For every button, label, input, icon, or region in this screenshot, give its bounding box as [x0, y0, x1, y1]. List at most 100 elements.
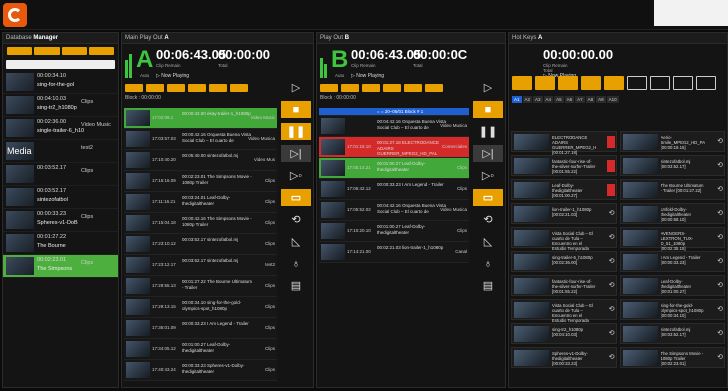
stop-button[interactable]: ■ [473, 101, 503, 118]
table-row[interactable]: 17:34:05.12 00:01:00.27 Leaf-Dolby-thedi… [124, 339, 277, 360]
table-row[interactable]: 17:14:21.00 00:02:21.03 lion-trailer-1_h… [319, 242, 469, 263]
hotkey-cell[interactable]: The Bourne Ultimatum - Trailer [00:01:27… [619, 179, 725, 200]
list-item[interactable]: 00:02:36.00 single-trailer-6_h10 Video M… [3, 117, 118, 140]
fade-button[interactable]: ◺ [281, 233, 311, 250]
hotkey-cell[interactable]: I Am Legend - Trailer [00:00:33.23] ⟲ [619, 251, 725, 272]
fade-button[interactable]: ◺ [473, 233, 503, 250]
folder-button[interactable]: ▭ [281, 189, 311, 206]
list-item[interactable]: 00:00:34.10 sing-for-the-gol [3, 71, 118, 94]
remove-icon[interactable] [606, 160, 615, 172]
remove-button[interactable] [146, 84, 164, 92]
table-row[interactable]: 17:29:55.13 00:01:27.22 The Bourne Ultim… [124, 276, 277, 297]
table-row[interactable]: 17:06:42.12 00:00:33.23 I Am Legend - Tr… [319, 179, 469, 200]
list-item[interactable]: 00:02:23.01 The Simpsons Clips [3, 255, 118, 278]
list-item[interactable]: Media test2 [3, 140, 118, 163]
remove-icon[interactable] [606, 136, 615, 148]
loop-icon[interactable]: ⟲ [717, 329, 723, 337]
tab-hotkey[interactable]: A4 [543, 96, 554, 103]
table-row[interactable]: 17:23:12.17 00:03:52.17 sintezofatbol.mj… [124, 255, 277, 276]
tab-hotkey[interactable]: A5 [554, 96, 564, 103]
remove-button[interactable] [341, 84, 359, 92]
table-row[interactable]: 17:10:20.10 00:01:00.27 Leaf-Dolby-thedi… [319, 221, 469, 242]
add-button[interactable] [125, 84, 143, 92]
hotkey-cell[interactable]: sing-for-the-gold-olympics-spot_h1080p [… [619, 299, 725, 320]
table-row[interactable]: 17:03:57.03 00:00:42.16 Orquesta Buena V… [124, 129, 277, 150]
cue-button[interactable]: ▷◦ [281, 167, 311, 184]
table-row[interactable]: 00:04:42.16 Orquesta Buena Vista Social … [319, 116, 469, 137]
list-item[interactable]: 00:04:10.03 sing-tr2_h1080p Clips [3, 94, 118, 117]
hotkey-cell[interactable]: Spheres-v1-Dolby-thedigitaltheater [00:0… [511, 347, 617, 368]
tab-hotkey[interactable]: A10 [606, 96, 619, 103]
stop-icon[interactable] [627, 76, 647, 90]
loop-icon[interactable]: ⟲ [717, 209, 723, 217]
hotkey-cell[interactable]: fantastic-four-rise-of-the-silver-surfer… [511, 275, 617, 296]
table-row[interactable]: 17:10:40.20 00:05:40.00 sintezofatbol.mj… [124, 150, 277, 171]
play-button[interactable]: ▷ [281, 79, 311, 96]
hotkey-cell[interactable]: fantastic-four-rise-of-the-silver-surfer… [511, 155, 617, 176]
shuffle-icon[interactable] [581, 76, 601, 90]
tab-hotkey[interactable]: A7 [575, 96, 585, 103]
loop-icon[interactable]: ⟲ [609, 257, 615, 265]
table-row[interactable]: 17:29:13.15 00:00:34.10 sing-for-the-gol… [124, 297, 277, 318]
remove-icon[interactable] [606, 184, 615, 196]
hotkey-cell[interactable]: The Simpsons Movie - 1080p Trailer [00:0… [619, 347, 725, 368]
auto-label[interactable]: Auto [140, 73, 149, 78]
tab-hotkey[interactable]: A8 [585, 96, 596, 103]
stop-button[interactable]: ■ [281, 101, 311, 118]
hotkey-cell[interactable]: sing-trailer-6_h1080p [00:02:36.00] ⟲ [511, 251, 617, 272]
loop-icon[interactable]: ⟲ [717, 233, 723, 241]
table-row[interactable]: 17:16:16.09 00:02:23.01 The Simpsons Mov… [124, 171, 277, 192]
shuffle-button[interactable] [425, 84, 443, 92]
fade-icon[interactable] [696, 76, 716, 90]
hotkey-cell[interactable]: sintezofatbol.mj [00:03:52.17] ⟲ [619, 155, 725, 176]
cut-button[interactable] [209, 84, 227, 92]
pause-button[interactable]: ❚❚ [473, 123, 503, 140]
tab-hotkey[interactable]: A6 [564, 96, 575, 103]
loop-icon[interactable]: ⟲ [609, 353, 615, 361]
search-button[interactable] [34, 47, 60, 55]
loop-icon[interactable]: ⟲ [717, 305, 723, 313]
tab-hotkey[interactable]: A2 [522, 96, 533, 103]
hotkey-cell[interactable]: sintezofatbol.mj [00:03:52.17] ⟲ [619, 323, 725, 344]
loop-icon[interactable]: ⟲ [609, 281, 615, 289]
loop-icon[interactable]: ⟲ [717, 161, 723, 169]
table-row[interactable]: 17:02:09.1 00:00:42.00 ekay-trailer-1_h1… [124, 108, 277, 129]
up-button[interactable] [362, 84, 380, 92]
cue-button[interactable]: ▷◦ [473, 167, 503, 184]
pause-icon[interactable] [650, 76, 670, 90]
loop-icon[interactable]: ⟲ [717, 353, 723, 361]
shuffle-button[interactable] [230, 84, 248, 92]
pause-button[interactable]: ❚❚ [281, 123, 311, 140]
list-item[interactable]: 00:03:52.17 Clips [3, 163, 118, 186]
hotkey-cell[interactable]: lion-trailer-1_h1080p [00:02:21.03] ⟲ [511, 203, 617, 224]
layers-button[interactable]: ▤ [281, 277, 311, 294]
tab-hotkey[interactable]: A1 [512, 96, 522, 103]
auto-label[interactable]: Auto [335, 73, 344, 78]
loop-button[interactable]: ⟲ [281, 211, 311, 228]
loop-icon[interactable]: ⟲ [609, 305, 615, 313]
loop-button[interactable]: ⟲ [473, 211, 503, 228]
hotkey-cell[interactable]: sing-tr2_h1080p [00:04:10.03] ⟲ [511, 323, 617, 344]
settings-button[interactable] [88, 47, 114, 55]
hotkey-cell[interactable]: Aerio-Smile_MPEG2_HD_PAL [00:00:19.15] ⟲ [619, 131, 725, 152]
list-item[interactable]: 00:01:27.22 The Bourne [3, 232, 118, 255]
hotkey-cell[interactable]: Unfold-Dolby-thedigitaltheater [00:00:58… [619, 203, 725, 224]
loop-icon[interactable]: ⟲ [609, 209, 615, 217]
table-row[interactable]: = = 20–05/01 Block # 1 [319, 108, 469, 116]
list-item[interactable]: 00:00:33.23 Spheres-v1-DoB Clips [3, 209, 118, 232]
add-button[interactable] [320, 84, 338, 92]
loop-icon[interactable]: ⟲ [717, 137, 723, 145]
table-row[interactable]: 17:40:43.24 00:00:33.23 Spheres-v1-Dolby… [124, 360, 277, 381]
hotkey-cell[interactable]: Leaf-Dolby-thedigitaltheater [00:01:00.2… [619, 275, 725, 296]
table-row[interactable]: 17:15:04.18 00:00:42.16 The Simpsons Mov… [124, 213, 277, 234]
table-row[interactable]: 17:36:01.09 00:00:33.23 I Am Legend - Tr… [124, 318, 277, 339]
loop-icon[interactable]: ⟲ [717, 185, 723, 193]
search-input[interactable] [6, 60, 115, 69]
table-row[interactable]: 17:23:10.12 00:03:52.17 sintezofatbol.mj… [124, 234, 277, 255]
list-item[interactable]: 00:03:52.17 sintezofatbol [3, 186, 118, 209]
mic-button[interactable]: ♁ [281, 255, 311, 272]
hotkey-cell[interactable]: Vista Social Club – El cuarto de Tula – … [511, 227, 617, 256]
hotkey-cell[interactable]: ELECTRODANCE ADAIRS GUERRER_MPEG2_HD_PAL… [511, 131, 617, 155]
layers-button[interactable]: ▤ [473, 277, 503, 294]
loop-icon[interactable]: ⟲ [609, 233, 615, 241]
